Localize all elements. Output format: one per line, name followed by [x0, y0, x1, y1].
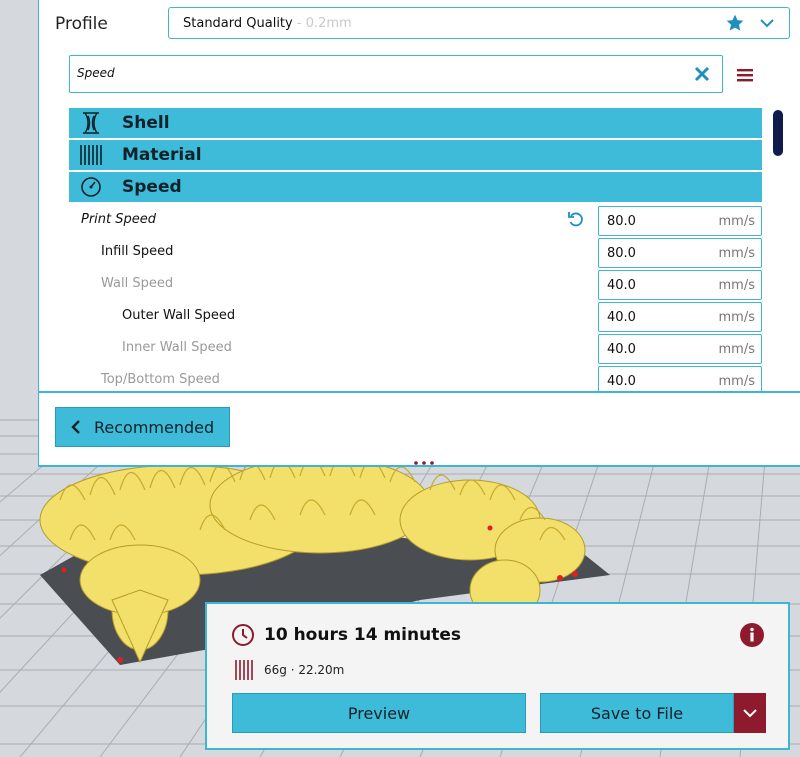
close-icon[interactable] — [694, 66, 710, 86]
chevron-down-icon — [743, 709, 757, 718]
recommended-button[interactable]: Recommended — [55, 407, 230, 447]
drag-handle-icon[interactable] — [412, 460, 436, 466]
print-info-card: 10 hours 14 minutes 66g · 22.20m Preview… — [205, 602, 790, 750]
setting-label: Top/Bottom Speed — [101, 372, 220, 387]
category-label: Shell — [122, 113, 170, 133]
search-input[interactable] — [75, 65, 669, 81]
profile-value: Standard Quality - 0.2mm — [183, 16, 352, 31]
category-shell[interactable]: Shell — [69, 108, 762, 138]
save-label: Save to File — [590, 704, 684, 723]
divider — [39, 391, 800, 393]
setting-row-top-bottom-speed: Top/Bottom Speed 40.0 mm/s — [69, 365, 762, 391]
setting-input[interactable]: 80.0 mm/s — [598, 238, 762, 268]
profile-dropdown[interactable]: Standard Quality - 0.2mm — [168, 7, 790, 39]
menu-icon[interactable] — [737, 67, 753, 86]
material-icon — [79, 144, 103, 170]
output-device-dropdown[interactable] — [734, 693, 766, 733]
setting-row-wall-speed: Wall Speed 40.0 mm/s — [69, 269, 762, 300]
setting-row-infill-speed: Infill Speed 80.0 mm/s — [69, 237, 762, 268]
clock-icon — [231, 623, 255, 651]
category-material[interactable]: Material — [69, 140, 762, 170]
filament-spool-icon — [234, 659, 254, 685]
chevron-down-icon[interactable] — [759, 15, 775, 35]
scrollbar-thumb[interactable] — [773, 110, 783, 156]
setting-input[interactable]: 40.0 mm/s — [598, 270, 762, 300]
preview-button[interactable]: Preview — [232, 693, 526, 733]
star-icon[interactable] — [725, 13, 745, 37]
print-time: 10 hours 14 minutes — [264, 625, 461, 645]
setting-label: Infill Speed — [101, 244, 174, 259]
setting-row-inner-wall-speed: Inner Wall Speed 40.0 mm/s — [69, 333, 762, 364]
speed-gauge-icon — [79, 176, 103, 202]
settings-area: Profile Standard Quality - 0.2mm Shell — [39, 0, 800, 392]
save-to-file-button[interactable]: Save to File — [540, 693, 734, 733]
setting-label: Outer Wall Speed — [122, 308, 236, 323]
setting-input[interactable]: 40.0 mm/s — [598, 334, 762, 364]
setting-input[interactable]: 40.0 mm/s — [598, 366, 762, 391]
setting-input[interactable]: 80.0 mm/s — [598, 206, 762, 236]
print-settings-panel: Profile Standard Quality - 0.2mm Shell — [38, 0, 800, 467]
chevron-left-icon — [70, 419, 82, 439]
info-icon[interactable] — [739, 622, 765, 652]
setting-label: Wall Speed — [101, 276, 174, 291]
reset-icon[interactable] — [567, 210, 585, 232]
setting-label: Print Speed — [81, 212, 157, 227]
setting-input[interactable]: 40.0 mm/s — [598, 302, 762, 332]
category-label: Speed — [122, 177, 182, 197]
recommended-label: Recommended — [94, 418, 215, 437]
setting-row-print-speed: Print Speed 80.0 mm/s — [69, 205, 762, 236]
preview-label: Preview — [347, 704, 411, 723]
search-box[interactable] — [69, 55, 723, 93]
setting-label: Inner Wall Speed — [122, 340, 232, 355]
filament-usage: 66g · 22.20m — [264, 663, 345, 677]
shell-icon — [79, 112, 103, 138]
setting-row-outer-wall-speed: Outer Wall Speed 40.0 mm/s — [69, 301, 762, 332]
profile-label: Profile — [55, 14, 108, 34]
category-label: Material — [122, 145, 202, 165]
category-speed[interactable]: Speed — [69, 172, 762, 202]
